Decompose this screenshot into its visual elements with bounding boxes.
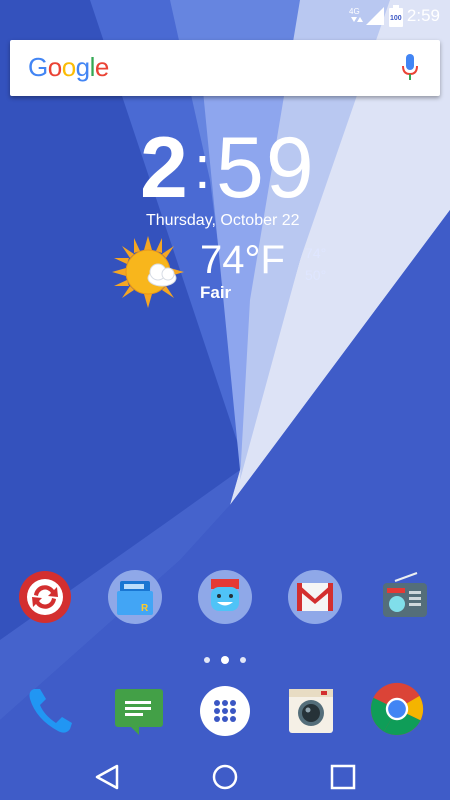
google-logo-letter: g — [75, 52, 90, 82]
weather-low: 50° — [305, 267, 327, 283]
weather-condition: Fair — [200, 283, 232, 302]
page-indicator — [0, 654, 450, 668]
google-logo-letter: o — [47, 52, 62, 82]
svg-text:100: 100 — [390, 15, 402, 22]
google-logo: Google — [28, 52, 109, 83]
google-logo-letter: G — [28, 52, 48, 82]
signal-icon — [366, 7, 384, 25]
weather-high: 74° — [305, 245, 327, 261]
messages-icon[interactable] — [111, 683, 167, 739]
mic-icon[interactable] — [402, 54, 418, 82]
clock-minutes: 59 — [216, 120, 316, 216]
svg-text:4G: 4G — [349, 7, 360, 16]
status-time: 2:59 — [406, 6, 440, 25]
chrome-icon[interactable] — [369, 681, 425, 737]
radio-app-icon[interactable] — [377, 569, 433, 625]
gmail-icon[interactable] — [287, 569, 343, 625]
sync-app-icon[interactable] — [17, 569, 73, 625]
4g-data-icon: 4G — [349, 7, 363, 22]
date-label: Thursday, October 22 — [146, 212, 300, 229]
back-icon[interactable] — [95, 764, 119, 790]
home-icon[interactable] — [212, 764, 238, 790]
messenger-app-icon[interactable] — [197, 569, 253, 625]
file-manager-icon[interactable]: R — [107, 569, 163, 625]
weather-temperature: 74°F — [200, 238, 285, 282]
google-logo-letter: o — [61, 52, 76, 82]
page-dot[interactable] — [204, 657, 210, 663]
status-bar: 4G 100 2:59 — [0, 0, 450, 32]
partly-sunny-icon[interactable] — [112, 236, 184, 308]
page-dot-active[interactable] — [221, 656, 229, 664]
app-drawer-icon[interactable] — [197, 683, 253, 739]
google-search-bar[interactable]: Google — [10, 40, 440, 96]
svg-text:R: R — [141, 603, 149, 614]
camera-icon[interactable] — [283, 683, 339, 739]
google-logo-letter: e — [94, 52, 109, 82]
clock-separator: : — [194, 134, 211, 201]
page-dot[interactable] — [240, 657, 246, 663]
clock-hour: 2 — [140, 120, 188, 216]
recents-icon[interactable] — [330, 764, 356, 790]
battery-icon: 100 — [389, 5, 403, 27]
phone-icon[interactable] — [22, 683, 78, 739]
navigation-bar — [0, 752, 450, 800]
